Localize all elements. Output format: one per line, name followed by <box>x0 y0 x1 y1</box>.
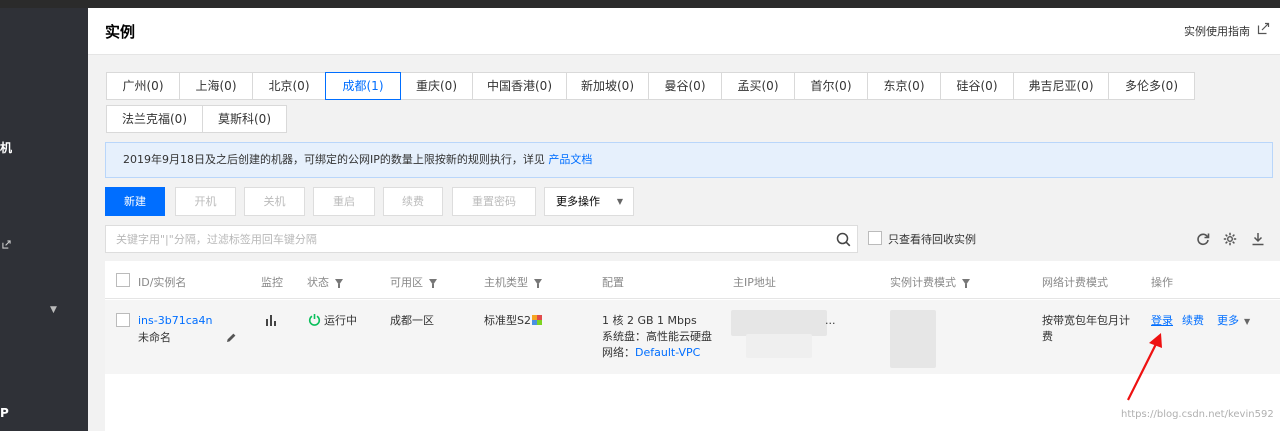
sidebar-item-label[interactable]: P <box>0 406 9 420</box>
guide-link[interactable]: 实例使用指南 <box>1184 23 1250 39</box>
sidebar-item-label[interactable]: 机 <box>0 139 12 156</box>
page-title: 实例 <box>105 23 136 41</box>
column-header-status[interactable]: 状态 <box>307 274 343 290</box>
recycle-checkbox[interactable] <box>868 231 882 245</box>
renew-button[interactable]: 续费 <box>383 187 443 216</box>
region-tab-moscow[interactable]: 莫斯科(0) <box>202 105 287 133</box>
reset-password-button[interactable]: 重置密码 <box>452 187 536 216</box>
start-button[interactable]: 开机 <box>175 187 236 216</box>
instance-id-link[interactable]: ins-3b71ca4n <box>138 313 212 329</box>
filter-icon[interactable] <box>534 279 542 288</box>
region-tab-seoul[interactable]: 首尔(0) <box>794 72 868 100</box>
column-header-label: 主机类型 <box>484 276 528 289</box>
column-header-actions: 操作 <box>1151 276 1173 289</box>
column-header-ip: 主IP地址 <box>733 276 776 289</box>
sidebar: 机 ▼ P <box>0 8 88 431</box>
column-header-label: 可用区 <box>390 276 423 289</box>
zone-cell: 成都一区 <box>390 314 434 327</box>
stop-button[interactable]: 关机 <box>244 187 305 216</box>
region-tab-tokyo[interactable]: 东京(0) <box>867 72 941 100</box>
recycle-label: 只查看待回收实例 <box>888 233 976 246</box>
chevron-down-icon: ▼ <box>1244 317 1251 326</box>
instance-name: 未命名 <box>138 331 171 344</box>
power-icon <box>308 313 321 331</box>
search-input[interactable] <box>106 226 826 252</box>
region-tab-mumbai[interactable]: 孟买(0) <box>721 72 795 100</box>
ip-ellipsis: ... <box>825 314 836 327</box>
column-header-type[interactable]: 主机类型 <box>484 274 542 290</box>
column-header-network-billing: 网络计费模式 <box>1042 276 1108 289</box>
region-tab-hongkong[interactable]: 中国香港(0) <box>472 72 567 100</box>
gear-icon[interactable] <box>1223 232 1237 246</box>
notice-link[interactable]: 产品文档 <box>548 153 592 166</box>
select-all-checkbox[interactable] <box>116 273 130 287</box>
refresh-icon[interactable] <box>1196 232 1210 246</box>
config-network: 网络：Default-VPC <box>602 345 700 361</box>
watermark: https://blog.csdn.net/kevin592 <box>1121 409 1274 420</box>
column-header-config: 配置 <box>602 276 624 289</box>
search-icon[interactable] <box>836 232 851 247</box>
top-bar <box>0 0 1280 8</box>
column-header-label: 状态 <box>307 276 329 289</box>
region-tab-bangkok[interactable]: 曼谷(0) <box>648 72 722 100</box>
chevron-down-icon: ▼ <box>616 197 623 206</box>
restart-button[interactable]: 重启 <box>313 187 375 216</box>
more-actions-dropdown[interactable]: 更多操作 ▼ <box>544 187 634 216</box>
filter-icon[interactable] <box>335 279 343 288</box>
region-tab-virginia[interactable]: 弗吉尼亚(0) <box>1013 72 1109 100</box>
region-tab-frankfurt[interactable]: 法兰克福(0) <box>106 105 203 133</box>
column-header-zone[interactable]: 可用区 <box>390 274 437 290</box>
instance-table: ID/实例名 监控 状态 可用区 主机类型 配置 主IP地址 实例计费模式 网络… <box>105 261 1280 431</box>
redacted-billing <box>890 310 936 368</box>
region-tab-shanghai[interactable]: 上海(0) <box>179 72 253 100</box>
chevron-down-icon[interactable]: ▼ <box>50 305 57 315</box>
region-tab-singapore[interactable]: 新加坡(0) <box>566 72 649 100</box>
filter-icon[interactable] <box>429 279 437 288</box>
network-billing-line1: 按带宽包年包月计 <box>1042 314 1130 327</box>
network-billing-line2: 费 <box>1042 330 1053 343</box>
notice-banner: 2019年9月18日及之后创建的机器，可绑定的公网IP的数量上限按新的规则执行，… <box>105 142 1273 178</box>
more-actions-label: 更多操作 <box>556 195 600 208</box>
region-tab-chengdu[interactable]: 成都(1) <box>325 72 401 100</box>
region-tab-chongqing[interactable]: 重庆(0) <box>400 72 473 100</box>
main-content: 实例 实例使用指南 广州(0) 上海(0) 北京(0) 成都(1) 重庆(0) … <box>88 8 1280 431</box>
region-tab-beijing[interactable]: 北京(0) <box>252 72 326 100</box>
region-tab-toronto[interactable]: 多伦多(0) <box>1108 72 1195 100</box>
notice-text: 2019年9月18日及之后创建的机器，可绑定的公网IP的数量上限按新的规则执行，… <box>123 153 549 166</box>
region-row: 广州(0) 上海(0) 北京(0) 成都(1) 重庆(0) 中国香港(0) 新加… <box>106 72 1195 100</box>
region-row: 法兰克福(0) 莫斯科(0) <box>106 105 287 133</box>
region-tab-guangzhou[interactable]: 广州(0) <box>106 72 180 100</box>
table-row: ins-3b71ca4n 未命名 运行中 成都一区 标准型S2 1 核 2 GB… <box>105 300 1280 374</box>
config-spec: 1 核 2 GB 1 Mbps <box>602 314 697 327</box>
column-header-monitor: 监控 <box>261 276 283 289</box>
config-disk: 系统盘：高性能云硬盘 <box>602 330 712 343</box>
instance-type-cell: 标准型S2 <box>484 314 531 327</box>
page-header: 实例 实例使用指南 <box>88 8 1280 55</box>
instance-type-badge-icon <box>532 314 542 330</box>
column-header-label: 实例计费模式 <box>890 276 956 289</box>
redacted-ip <box>746 334 812 358</box>
column-header-billing[interactable]: 实例计费模式 <box>890 274 970 290</box>
download-icon[interactable] <box>1251 232 1265 246</box>
column-header-id: ID/实例名 <box>138 276 187 289</box>
filter-icon[interactable] <box>962 279 970 288</box>
external-link-icon[interactable] <box>1257 22 1270 35</box>
edit-icon[interactable] <box>225 332 237 349</box>
redacted-ip <box>731 310 827 336</box>
status-text: 运行中 <box>324 314 357 327</box>
config-network-label: 网络： <box>602 346 635 359</box>
login-link[interactable]: 登录 <box>1151 313 1173 329</box>
vpc-link[interactable]: Default-VPC <box>635 346 700 359</box>
table-header: ID/实例名 监控 状态 可用区 主机类型 配置 主IP地址 实例计费模式 网络… <box>105 261 1280 299</box>
monitor-chart-icon[interactable] <box>265 314 278 331</box>
more-dropdown[interactable]: 更多 ▼ <box>1217 313 1250 330</box>
search-box <box>105 225 858 253</box>
more-label: 更多 <box>1217 314 1239 327</box>
row-checkbox[interactable] <box>116 313 130 327</box>
renew-link[interactable]: 续费 <box>1182 313 1204 329</box>
region-tab-siliconvalley[interactable]: 硅谷(0) <box>940 72 1014 100</box>
external-link-icon[interactable] <box>2 239 11 252</box>
create-button[interactable]: 新建 <box>105 187 165 216</box>
